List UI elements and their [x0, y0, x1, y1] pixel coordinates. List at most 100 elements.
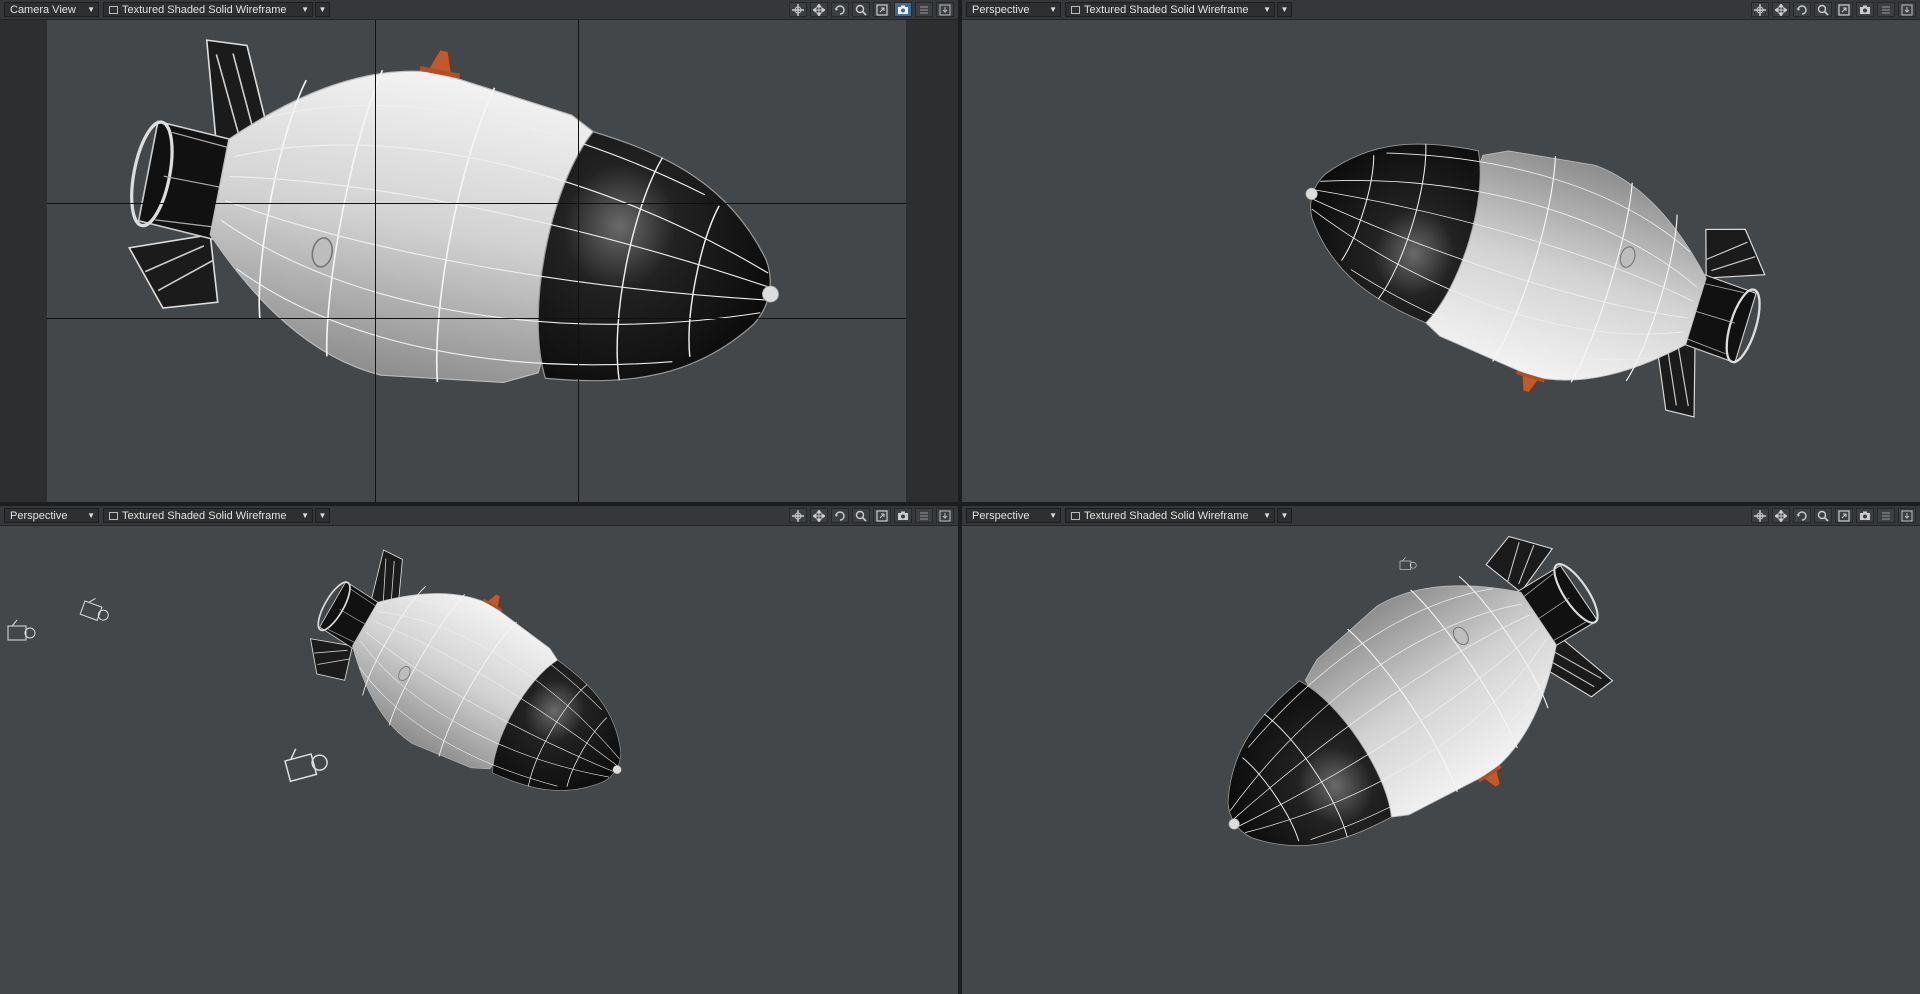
render-mode-dropdown[interactable]: Textured Shaded Solid Wireframe ▼	[103, 508, 313, 523]
rotate-icon	[835, 4, 845, 15]
viewport-header: Perspective ▼ Textured Shaded Solid Wire…	[962, 0, 1920, 20]
zoom-icon	[1817, 4, 1829, 16]
chevron-down-icon: ▼	[1049, 5, 1057, 14]
list-icon	[920, 511, 928, 520]
render-mode-dropdown[interactable]: Textured Shaded Solid Wireframe ▼	[1065, 508, 1275, 523]
zoom-icon	[855, 4, 867, 16]
download-icon	[1901, 510, 1913, 521]
render-mode-label: Textured Shaded Solid Wireframe	[1084, 509, 1249, 522]
download-button[interactable]	[936, 508, 954, 523]
view-type-label: Perspective	[10, 509, 68, 522]
viewport-scene[interactable]	[962, 20, 1920, 502]
camera-button[interactable]	[894, 508, 912, 523]
move-button[interactable]	[1751, 2, 1769, 17]
chevron-down-icon: ▼	[1263, 5, 1271, 14]
camera-icon	[898, 511, 908, 520]
view-type-label: Perspective	[972, 509, 1030, 522]
viewport-perspective-top-right[interactable]: Perspective ▼ Textured Shaded Solid Wire…	[962, 0, 1920, 502]
chevron-down-icon: ▼	[301, 511, 309, 520]
pan-button[interactable]	[810, 2, 828, 17]
rotate-button[interactable]	[831, 2, 849, 17]
view-type-label: Perspective	[972, 3, 1030, 16]
download-icon	[939, 4, 951, 15]
zoom-button[interactable]	[852, 2, 870, 17]
pan-button[interactable]	[1772, 508, 1790, 523]
zoom-button[interactable]	[1814, 2, 1832, 17]
camera-button[interactable]	[894, 2, 912, 17]
render-mode-dropdown[interactable]: Textured Shaded Solid Wireframe ▼	[1065, 2, 1275, 17]
viewport-options-dropdown[interactable]: ▼	[1277, 2, 1292, 17]
move-button[interactable]	[789, 2, 807, 17]
shading-icon	[1071, 511, 1080, 520]
viewport-scene[interactable]	[962, 526, 1920, 994]
list-button[interactable]	[915, 508, 933, 523]
view-type-dropdown[interactable]: Camera View ▼	[4, 2, 99, 17]
pan-icon	[1775, 3, 1787, 16]
view-type-dropdown[interactable]: Perspective ▼	[966, 2, 1061, 17]
camera-frame-mask-left	[0, 20, 47, 502]
shading-icon	[1071, 5, 1080, 14]
viewport-scene[interactable]	[0, 526, 958, 994]
move-icon	[1754, 509, 1766, 522]
viewport-options-dropdown[interactable]: ▼	[315, 508, 330, 523]
maximize-button[interactable]	[873, 508, 891, 523]
list-icon	[1882, 5, 1890, 14]
bomb-model	[1267, 85, 1789, 452]
pan-button[interactable]	[1772, 2, 1790, 17]
pan-icon	[813, 509, 825, 522]
maximize-button[interactable]	[873, 2, 891, 17]
render-mode-label: Textured Shaded Solid Wireframe	[122, 3, 287, 16]
viewport-camera-view[interactable]: Camera View ▼ Textured Shaded Solid Wire…	[0, 0, 958, 502]
download-button[interactable]	[1898, 508, 1916, 523]
rotate-button[interactable]	[1793, 2, 1811, 17]
maximize-icon	[1838, 509, 1850, 522]
safe-area-guide-h2	[47, 318, 906, 319]
view-type-dropdown[interactable]: Perspective ▼	[966, 508, 1061, 523]
download-button[interactable]	[936, 2, 954, 17]
viewport-tools	[786, 508, 954, 523]
viewport-perspective-bottom-left[interactable]: Perspective ▼ Textured Shaded Solid Wire…	[0, 506, 958, 994]
maximize-button[interactable]	[1835, 2, 1853, 17]
view-type-dropdown[interactable]: Perspective ▼	[4, 508, 99, 523]
download-button[interactable]	[1898, 2, 1916, 17]
list-icon	[920, 5, 928, 14]
viewport-options-dropdown[interactable]: ▼	[315, 2, 330, 17]
zoom-button[interactable]	[852, 508, 870, 523]
camera-button[interactable]	[1856, 508, 1874, 523]
safe-area-guide-v1	[375, 20, 376, 502]
move-icon	[792, 3, 804, 16]
camera-gizmo-icon	[281, 741, 331, 783]
viewport-perspective-bottom-right[interactable]: Perspective ▼ Textured Shaded Solid Wire…	[962, 506, 1920, 994]
bomb-model	[103, 20, 814, 449]
list-button[interactable]	[1877, 2, 1895, 17]
move-button[interactable]	[1751, 508, 1769, 523]
chevron-down-icon: ▼	[1049, 511, 1057, 520]
chevron-down-icon: ▼	[87, 511, 95, 520]
rotate-icon	[1797, 4, 1807, 15]
zoom-button[interactable]	[1814, 508, 1832, 523]
light-gizmo-icon	[1399, 557, 1417, 570]
bomb-model	[7, 526, 668, 842]
viewport-scene[interactable]	[47, 20, 906, 502]
viewport-header: Perspective ▼ Textured Shaded Solid Wire…	[962, 506, 1920, 526]
list-button[interactable]	[1877, 508, 1895, 523]
maximize-button[interactable]	[1835, 508, 1853, 523]
viewport-tools	[1748, 2, 1916, 17]
light-gizmo-icon	[79, 594, 113, 624]
safe-area-guide-v2	[578, 20, 579, 502]
render-mode-dropdown[interactable]: Textured Shaded Solid Wireframe ▼	[103, 2, 313, 17]
pan-icon	[813, 3, 825, 16]
maximize-icon	[876, 3, 888, 16]
viewport-options-dropdown[interactable]: ▼	[1277, 508, 1292, 523]
shading-icon	[109, 511, 118, 520]
list-button[interactable]	[915, 2, 933, 17]
camera-button[interactable]	[1856, 2, 1874, 17]
viewport-header: Camera View ▼ Textured Shaded Solid Wire…	[0, 0, 958, 20]
move-button[interactable]	[789, 508, 807, 523]
rotate-button[interactable]	[1793, 508, 1811, 523]
rotate-button[interactable]	[831, 508, 849, 523]
viewport-tools	[1748, 508, 1916, 523]
pan-button[interactable]	[810, 508, 828, 523]
list-icon	[1882, 511, 1890, 520]
camera-icon	[898, 5, 908, 14]
